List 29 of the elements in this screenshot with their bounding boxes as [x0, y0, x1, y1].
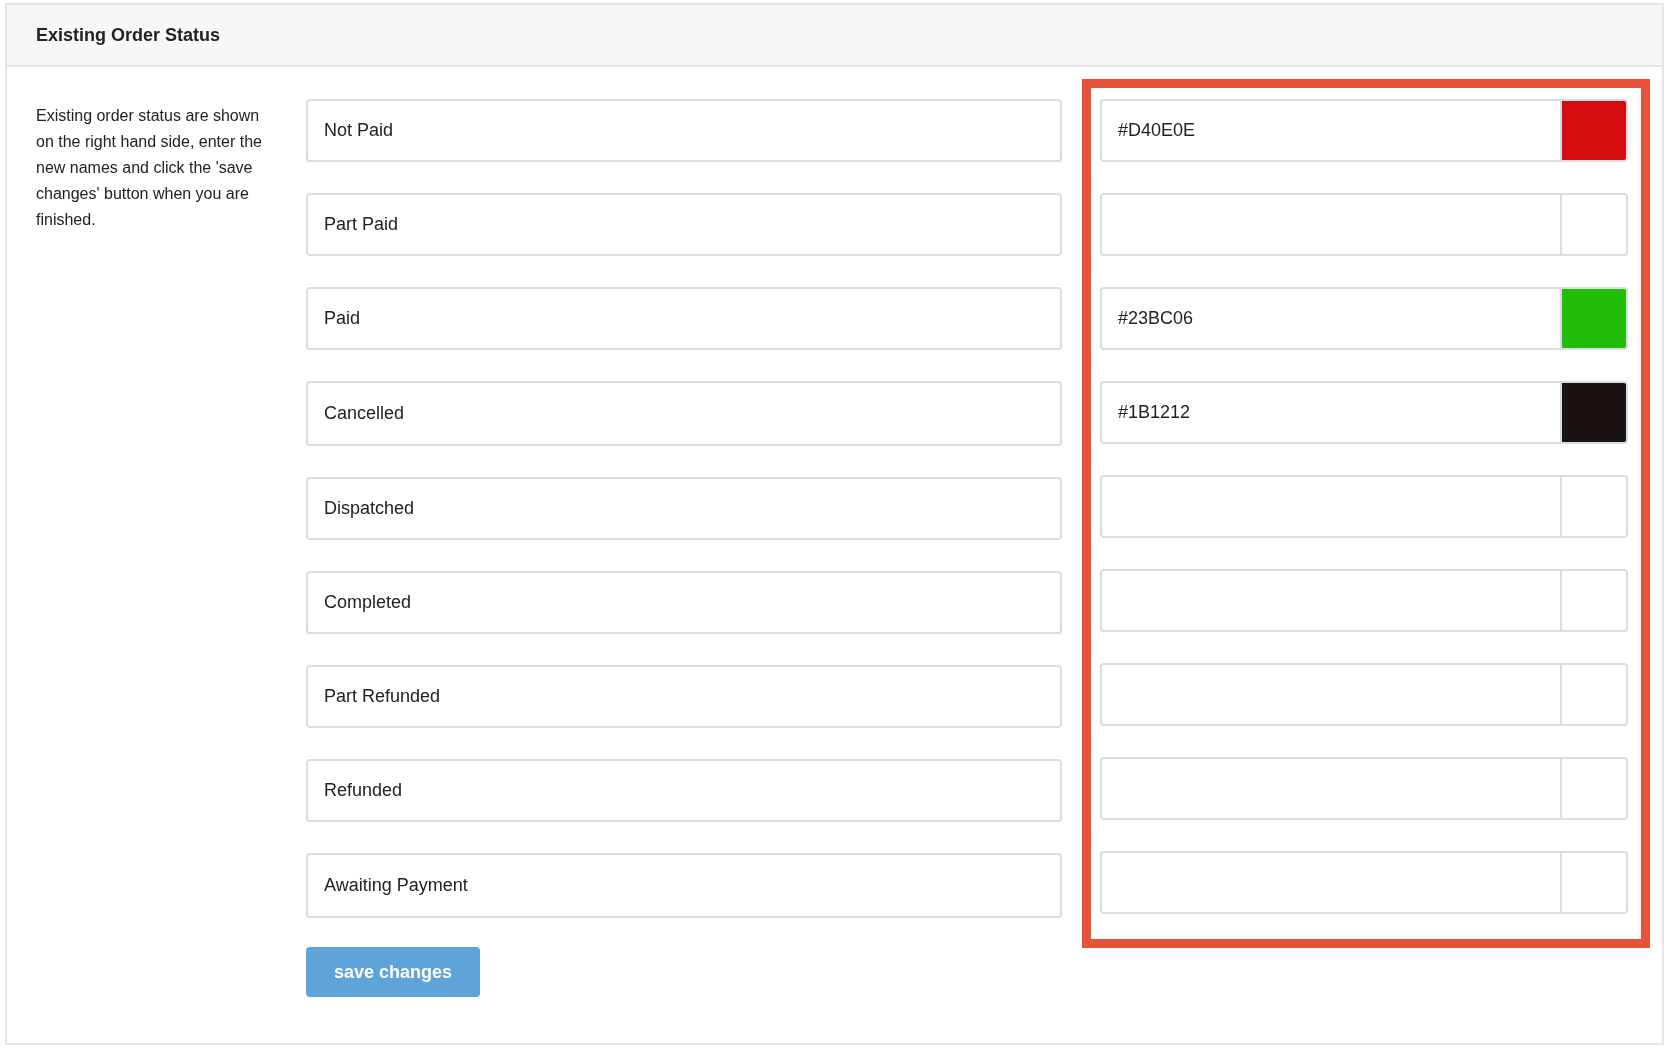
color-code-field[interactable]: #1B1212: [1100, 381, 1562, 444]
status-name-field[interactable]: Part Paid: [306, 193, 1062, 256]
status-name-field[interactable]: Completed: [306, 571, 1062, 634]
status-name-field[interactable]: Refunded: [306, 759, 1062, 822]
color-code-field[interactable]: [1100, 757, 1562, 820]
color-swatch[interactable]: [1562, 475, 1628, 538]
color-code-field[interactable]: [1100, 851, 1562, 914]
color-code-field[interactable]: [1100, 569, 1562, 632]
color-code-field[interactable]: [1100, 475, 1562, 538]
color-swatch[interactable]: [1562, 381, 1628, 444]
panel-title: Existing Order Status: [36, 24, 221, 46]
color-swatch[interactable]: [1562, 569, 1628, 632]
color-swatch[interactable]: [1562, 757, 1628, 820]
status-name-field[interactable]: Awaiting Payment: [306, 853, 1062, 918]
color-code-field[interactable]: #23BC06: [1100, 287, 1562, 350]
color-swatch[interactable]: [1562, 99, 1628, 162]
color-swatch[interactable]: [1562, 193, 1628, 256]
description-text: Existing order status are shown on the right hand side, enter the new names and click the 'save changes' button when you are finished.: [36, 106, 263, 230]
status-name-field[interactable]: Not Paid: [306, 99, 1062, 162]
color-code-field[interactable]: [1100, 663, 1562, 726]
color-swatch[interactable]: [1562, 287, 1628, 350]
status-name-field[interactable]: Dispatched: [306, 477, 1062, 540]
status-name-field[interactable]: Paid: [306, 287, 1062, 350]
status-name-field[interactable]: Cancelled: [306, 381, 1062, 446]
color-swatch[interactable]: [1562, 663, 1628, 726]
color-code-field[interactable]: [1100, 193, 1562, 256]
color-swatch[interactable]: [1562, 851, 1628, 914]
status-name-field[interactable]: Part Refunded: [306, 665, 1062, 728]
color-code-field[interactable]: #D40E0E: [1100, 99, 1562, 162]
